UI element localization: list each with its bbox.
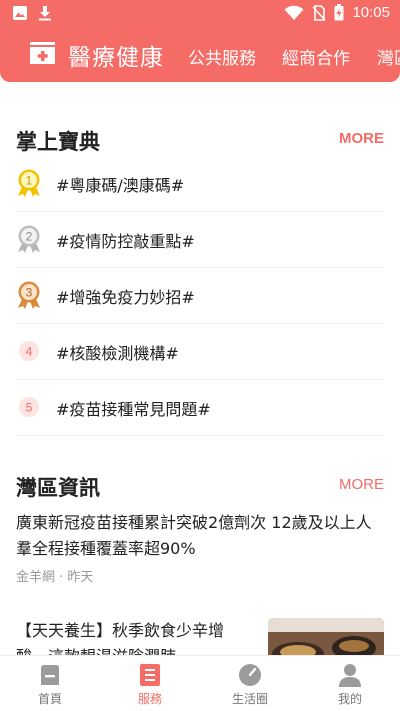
news-title: 灣區資訊	[16, 476, 100, 500]
svg-text:4: 4	[26, 345, 33, 359]
nav-profile[interactable]: 我的	[300, 656, 400, 711]
download-icon	[39, 6, 51, 21]
rank-circle-icon: 5	[19, 397, 39, 417]
medical-kit-icon	[30, 42, 55, 64]
image-icon	[13, 6, 27, 20]
home-icon	[41, 665, 59, 685]
rank-circle-icon: 4	[19, 341, 39, 361]
svg-text:3: 3	[26, 286, 33, 300]
handbook-title: 掌上寶典	[16, 130, 100, 154]
tab-public-services[interactable]: 公共服務	[188, 44, 256, 69]
news-article[interactable]: 廣東新冠疫苗接種累計突破2億劑次 12歲及以上人羣全程接種覆蓋率超90% 金羊網…	[16, 510, 384, 585]
profile-icon	[339, 664, 361, 687]
handbook-item-label: #核酸檢測機構#	[56, 344, 179, 363]
handbook-more-link[interactable]: MORE	[339, 130, 384, 147]
news-more-link[interactable]: MORE	[339, 476, 384, 493]
svg-text:1: 1	[26, 174, 33, 188]
bronze-medal-icon: 3	[18, 281, 40, 309]
news-article-title: 廣東新冠疫苗接種累計突破2億劑次 12歲及以上人羣全程接種覆蓋率超90%	[16, 513, 372, 558]
nav-life-circle[interactable]: 生活圈	[200, 656, 300, 711]
wifi-icon	[284, 5, 304, 20]
gold-medal-icon: 1	[18, 169, 40, 197]
silver-medal-icon: 2	[18, 225, 40, 253]
svg-text:2: 2	[26, 230, 33, 244]
handbook-item[interactable]: 2 #疫情防控敲重點#	[16, 212, 384, 268]
nav-life-circle-label: 生活圈	[231, 692, 268, 706]
handbook-item[interactable]: 4 #核酸檢測機構#	[16, 324, 384, 380]
news-article-meta: 金羊網 · 昨天	[16, 570, 94, 585]
status-bar: 10:05	[0, 0, 400, 28]
page-title: 醫療健康	[68, 45, 164, 71]
compass-icon	[239, 664, 261, 686]
tab-business-cooperation[interactable]: 經商合作	[282, 44, 350, 69]
nav-services-label: 服務	[137, 692, 162, 706]
handbook-item[interactable]: 1 #粵康碼/澳康碼#	[16, 156, 384, 212]
nav-services[interactable]: 服務	[100, 656, 200, 711]
header-nav: 醫療健康 公共服務 經商合作 灣區	[0, 32, 400, 76]
handbook-item-label: #疫情防控敲重點#	[56, 232, 195, 251]
no-sim-icon	[312, 4, 327, 21]
handbook-item[interactable]: 3 #增強免疫力妙招#	[16, 268, 384, 324]
handbook-item-label: #粵康碼/澳康碼#	[56, 176, 185, 195]
app-header: 10:05 醫療健康 公共服務 經商合作 灣區	[0, 0, 400, 82]
tab-bay-area[interactable]: 灣區	[377, 44, 400, 69]
news-header: 灣區資訊 MORE	[16, 472, 384, 502]
battery-charging-icon	[334, 4, 344, 21]
status-time: 10:05	[352, 4, 390, 21]
handbook-item[interactable]: 5 #疫苗接種常見問題#	[16, 380, 384, 436]
handbook-item-label: #疫苗接種常見問題#	[56, 400, 211, 419]
handbook-item-label: #增強免疫力妙招#	[56, 288, 195, 307]
handbook-header: 掌上寶典 MORE	[16, 126, 384, 156]
nav-profile-label: 我的	[337, 692, 362, 706]
nav-home[interactable]: 首頁	[0, 656, 100, 711]
svg-text:5: 5	[26, 401, 33, 415]
nav-home-label: 首頁	[37, 692, 62, 706]
app-root: 10:05 醫療健康 公共服務 經商合作 灣區 掌上寶典 MORE 1	[0, 0, 400, 711]
services-icon	[140, 664, 160, 686]
bottom-navigation: 首頁 服務 生活圈 我的	[0, 655, 400, 711]
